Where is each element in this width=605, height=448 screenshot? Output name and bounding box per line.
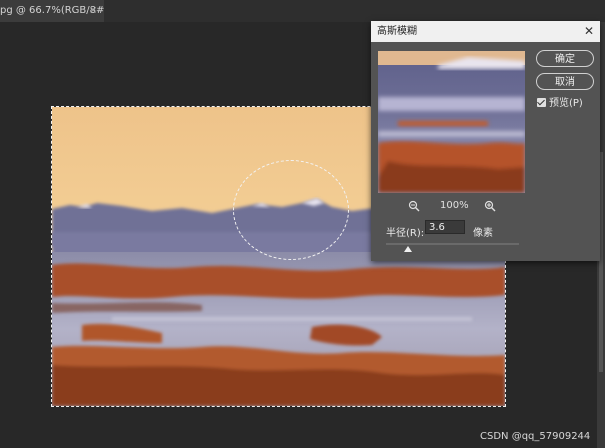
document-tab[interactable]: pg @ 66.7%(RGB/8#) * × <box>0 0 104 22</box>
tab-close-icon[interactable]: × <box>89 0 97 22</box>
preview-label: 预览(P) <box>549 98 583 109</box>
cancel-button[interactable]: 取消 <box>536 73 594 90</box>
radius-label: 半径(R): <box>386 228 425 239</box>
zoom-controls: 100% <box>371 200 531 214</box>
elliptical-selection <box>233 160 349 260</box>
blur-preview[interactable] <box>378 51 525 193</box>
gaussian-blur-dialog: 高斯模糊 ✕ 确定 取消 预览(P) 100% 半径(R): 3.6 像素 <box>371 21 600 261</box>
dialog-title-text: 高斯模糊 <box>377 26 417 37</box>
dialog-title: 高斯模糊 ✕ <box>371 21 600 42</box>
document-tab-bar: pg @ 66.7%(RGB/8#) * × <box>0 0 605 22</box>
radius-unit-label: 像素 <box>473 228 493 239</box>
watermark: CSDN @qq_57909244 <box>480 431 591 442</box>
radius-slider-thumb[interactable] <box>404 246 412 252</box>
close-icon[interactable]: ✕ <box>584 21 594 41</box>
radius-slider-track[interactable] <box>386 243 519 245</box>
ok-button[interactable]: 确定 <box>536 50 594 67</box>
checkbox-checked-icon[interactable] <box>537 98 546 107</box>
radius-input[interactable]: 3.6 <box>425 220 465 234</box>
preview-checkbox[interactable]: 预览(P) <box>537 98 583 110</box>
zoom-in-icon[interactable] <box>484 200 496 212</box>
zoom-percent: 100% <box>440 200 469 211</box>
zoom-out-icon[interactable] <box>408 200 420 212</box>
